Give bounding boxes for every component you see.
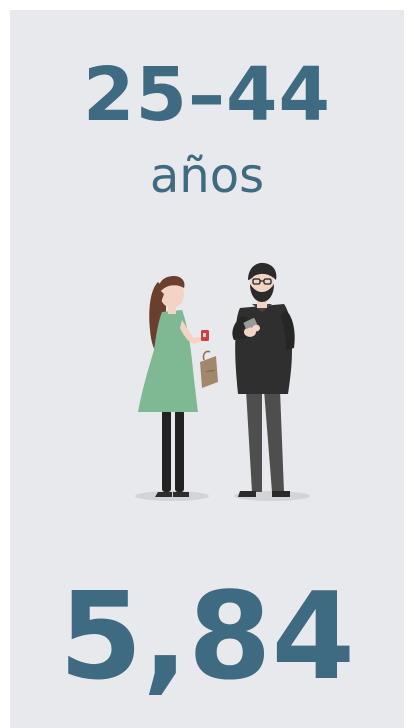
two-people-talking-illustration (135, 262, 310, 501)
age-range-label: 25–44 (83, 52, 331, 138)
man-figure (232, 262, 295, 497)
stat-value: 5,84 (58, 568, 356, 707)
stat-card: 25–44 años 5,84 (10, 10, 404, 728)
woman-figure (138, 276, 218, 497)
age-unit-label: años (149, 148, 265, 204)
